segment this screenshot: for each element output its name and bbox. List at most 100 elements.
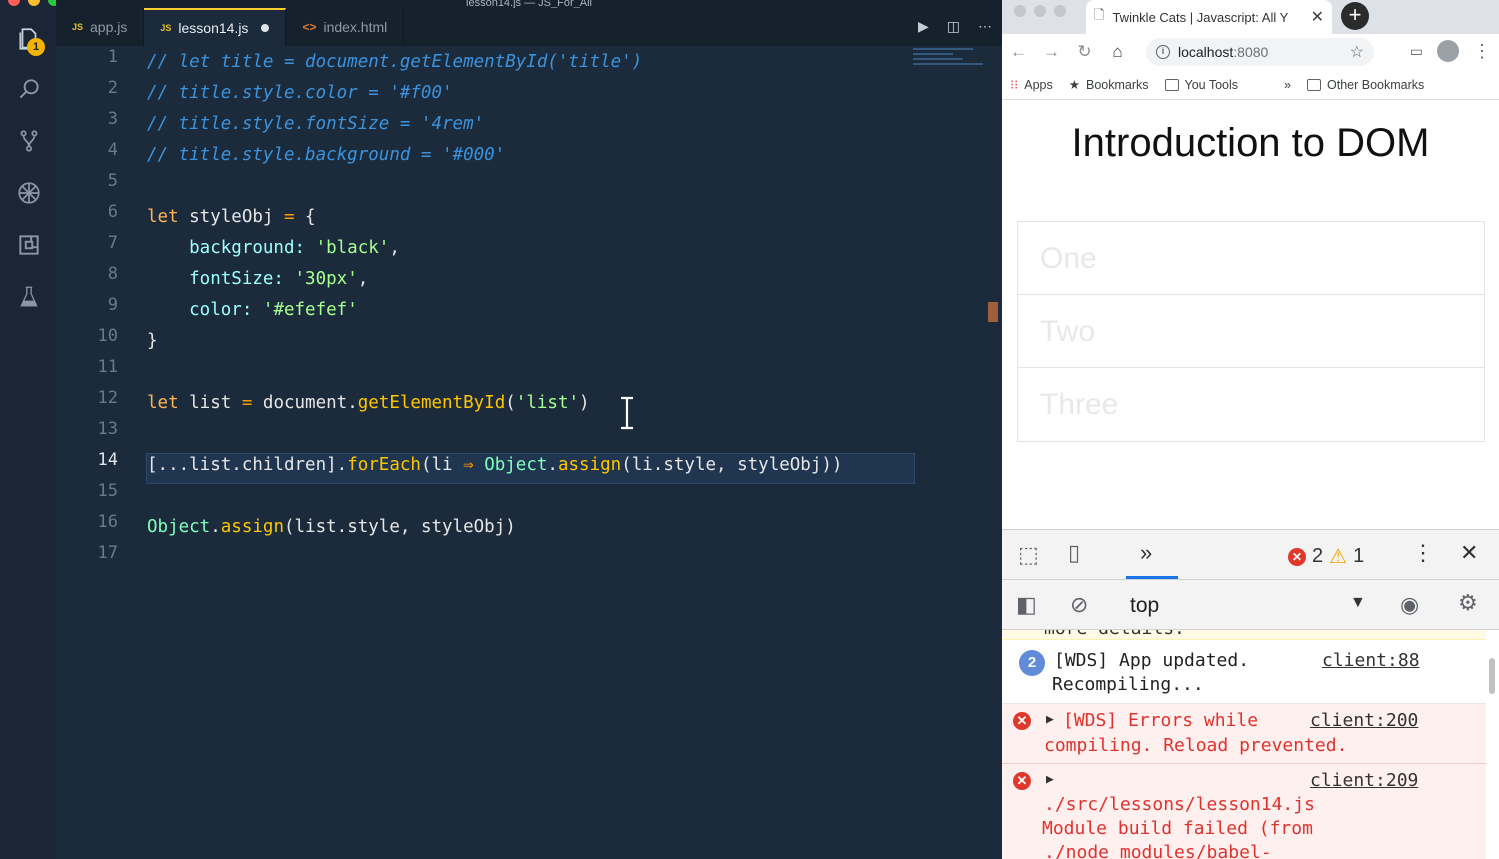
code-line[interactable]: } xyxy=(147,326,158,357)
window-controls xyxy=(8,0,60,6)
profile-avatar[interactable] xyxy=(1437,40,1459,62)
more-actions-icon[interactable]: ⋯ xyxy=(978,18,992,35)
minimize-window-button[interactable] xyxy=(1034,5,1046,17)
code-line[interactable]: // title.style.color = '#f00' xyxy=(147,78,453,109)
split-editor-icon[interactable]: ◫ xyxy=(947,18,960,35)
line-number-gutter: 1 2 3 4 5 6 7 8 9 10 11 12 13 14 15 16 1… xyxy=(56,46,126,859)
browser-tab-strip: 🗋 Twinkle Cats | Javascript: All Y ✕ + xyxy=(1002,0,1499,34)
device-toolbar-icon[interactable]: ▯ xyxy=(1068,540,1080,566)
code-line[interactable]: // title.style.background = '#000' xyxy=(147,140,505,171)
issue-counter[interactable]: ✕ 2 ⚠ 1 xyxy=(1288,544,1364,569)
code-editor[interactable]: // let title = document.getElementById('… xyxy=(147,46,912,859)
code-line[interactable]: Object.assign(list.style, styleObj) xyxy=(147,512,516,543)
zoom-window-button[interactable] xyxy=(1054,5,1066,17)
bookmark-other[interactable]: Other Bookmarks xyxy=(1299,78,1432,92)
console-toolbar: ◧ ⊘ top ▼ ◉ ⚙ xyxy=(1002,580,1499,630)
console-sidebar-icon[interactable]: ◧ xyxy=(1016,592,1037,618)
code-line[interactable]: let list = document.getElementById('list… xyxy=(147,388,590,419)
code-line[interactable]: background: 'black', xyxy=(147,233,400,264)
search-icon[interactable] xyxy=(14,74,44,104)
clear-console-icon[interactable]: ⊘ xyxy=(1070,592,1088,618)
close-tab-icon[interactable]: ✕ xyxy=(1311,7,1324,27)
keyword: let xyxy=(147,393,179,413)
line-number: 6 xyxy=(107,202,118,222)
star-icon: ★ xyxy=(1068,78,1080,92)
console-message: 2 [WDS] App updated. Recompiling... clie… xyxy=(1002,640,1486,704)
console-scrollbar[interactable] xyxy=(1489,658,1495,694)
home-icon[interactable]: ⌂ xyxy=(1101,42,1134,62)
chrome-menu-icon[interactable]: ⋮ xyxy=(1473,41,1491,62)
more-panels-icon[interactable]: » xyxy=(1140,540,1152,566)
line-number: 17 xyxy=(97,543,118,563)
tab-index-html[interactable]: <> index.html xyxy=(286,8,405,46)
close-devtools-icon[interactable]: ✕ xyxy=(1460,540,1478,566)
bookmark-you-tools[interactable]: You Tools xyxy=(1157,78,1247,92)
code-line[interactable]: // let title = document.getElementById('… xyxy=(147,47,642,78)
browser-tab[interactable]: 🗋 Twinkle Cats | Javascript: All Y ✕ xyxy=(1086,0,1332,34)
bookmark-bookmarks[interactable]: ★ Bookmarks xyxy=(1061,77,1157,93)
code-line[interactable]: fontSize: '30px', xyxy=(147,264,368,295)
source-control-icon[interactable] xyxy=(14,126,44,156)
tab-label: lesson14.js xyxy=(178,20,249,36)
extensions-icon[interactable] xyxy=(14,230,44,260)
context-selector[interactable]: top xyxy=(1130,594,1159,618)
devtools-menu-icon[interactable]: ⋮ xyxy=(1412,540,1434,566)
code-line[interactable]: let styleObj = { xyxy=(147,202,316,233)
devtools-toolbar: ⬚ ▯ » ✕ 2 ⚠ 1 ⋮ ✕ xyxy=(1002,530,1499,580)
tab-app-js[interactable]: JS app.js xyxy=(56,8,145,46)
warning-icon: ⚠ xyxy=(1329,546,1348,568)
code-token: (li.style, styleObj)) xyxy=(621,455,843,475)
tab-lesson14-js[interactable]: JS lesson14.js xyxy=(144,8,287,46)
minimize-window-button[interactable] xyxy=(28,0,40,6)
forward-icon[interactable]: → xyxy=(1035,42,1068,62)
bookmark-label: Bookmarks xyxy=(1085,77,1149,92)
operator: = xyxy=(283,207,295,227)
message-text: [WDS] Errors while xyxy=(1063,710,1259,731)
debug-icon[interactable] xyxy=(14,178,44,208)
expand-arrow-icon[interactable]: ▶ xyxy=(1046,772,1054,787)
explorer-badge: 1 xyxy=(27,38,45,56)
source-link[interactable]: client:88 xyxy=(1322,650,1420,671)
line-number: 4 xyxy=(107,140,118,160)
code-token: . xyxy=(210,517,221,537)
line-number: 11 xyxy=(97,357,118,377)
error-count: 2 xyxy=(1312,545,1324,567)
editor-tabs: JS app.js JS lesson14.js <> index.html xyxy=(56,8,1002,46)
scrollbar-marker[interactable] xyxy=(988,302,998,322)
reload-icon[interactable]: ↻ xyxy=(1068,42,1101,62)
overflow-chevron-icon: » xyxy=(1284,77,1291,92)
code-token: . xyxy=(547,455,558,475)
gear-icon[interactable]: ⚙ xyxy=(1458,590,1478,616)
bookmark-apps[interactable]: ⁝⁝ Apps xyxy=(1002,77,1061,93)
close-window-button[interactable] xyxy=(1014,5,1026,17)
minimap[interactable] xyxy=(913,48,988,88)
warning-count: 1 xyxy=(1353,545,1365,567)
address-bar[interactable]: i localhost:8080 ☆ xyxy=(1146,38,1374,66)
inspect-element-icon[interactable]: ⬚ xyxy=(1018,542,1039,568)
console-error: ✕ ▶ client:209 ./src/lessons/lesson14.js… xyxy=(1002,764,1486,859)
unsaved-dot-icon[interactable] xyxy=(261,24,270,32)
new-tab-button[interactable]: + xyxy=(1341,2,1369,30)
message-text: Module build failed (from xyxy=(1042,818,1313,839)
close-window-button[interactable] xyxy=(8,0,20,6)
live-expression-icon[interactable]: ◉ xyxy=(1400,592,1419,618)
bookmarks-overflow[interactable]: » xyxy=(1276,78,1299,92)
run-icon[interactable]: ▶ xyxy=(918,18,929,35)
testing-flask-icon[interactable] xyxy=(14,282,44,312)
site-info-icon[interactable]: i xyxy=(1156,45,1170,59)
repeat-count-badge: 2 xyxy=(1019,650,1045,676)
code-line-current[interactable]: [...list.children].forEach(li ⇒ Object.a… xyxy=(147,450,842,481)
expand-arrow-icon[interactable]: ▶ xyxy=(1046,712,1054,727)
cast-icon[interactable]: ▭ xyxy=(1410,43,1423,60)
bookmark-star-icon[interactable]: ☆ xyxy=(1350,42,1364,62)
code-line[interactable]: color: '#efefef' xyxy=(147,295,358,326)
chevron-down-icon[interactable]: ▼ xyxy=(1350,594,1366,612)
code-line[interactable]: // title.style.fontSize = '4rem' xyxy=(147,109,484,140)
source-link[interactable]: client:209 xyxy=(1310,770,1418,791)
back-icon[interactable]: ← xyxy=(1002,42,1035,62)
vscode-window: 1 lesson14.js — JS_For_All JS app.js JS … xyxy=(0,0,1002,859)
source-link[interactable]: client:200 xyxy=(1310,710,1418,731)
bookmark-label: Apps xyxy=(1024,77,1053,92)
folder-icon xyxy=(1164,78,1179,91)
message-text: Recompiling... xyxy=(1052,674,1204,695)
